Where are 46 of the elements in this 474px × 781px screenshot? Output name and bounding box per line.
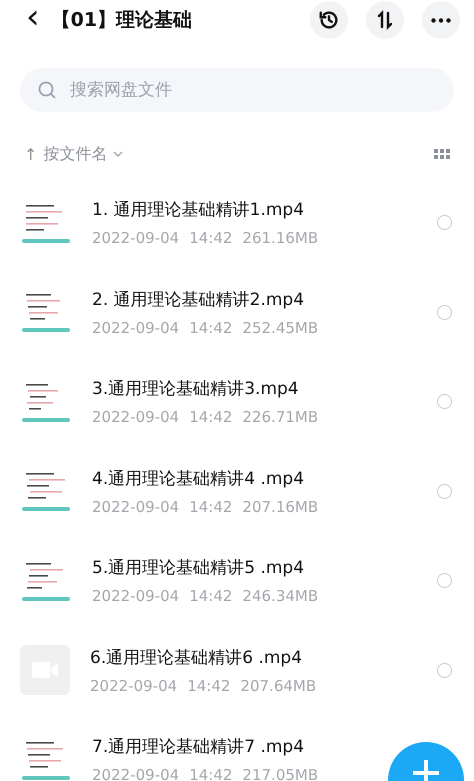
grid-view-icon[interactable] bbox=[434, 148, 450, 160]
folder-title: 【01】理论基础 bbox=[52, 8, 194, 33]
file-size: 226.71MB bbox=[242, 408, 318, 426]
select-radio[interactable] bbox=[437, 304, 452, 320]
select-radio[interactable] bbox=[437, 484, 452, 499]
file-name[interactable]: 5.通用理论基础精讲5 .mp4 bbox=[92, 556, 304, 580]
search-field[interactable]: 搜索网盘文件 bbox=[20, 68, 454, 112]
sort-button[interactable] bbox=[366, 1, 404, 39]
file-time: 14:42 bbox=[189, 587, 232, 606]
file-time: 14:42 bbox=[189, 766, 232, 781]
select-radio[interactable] bbox=[437, 215, 452, 230]
file-time: 14:42 bbox=[189, 318, 232, 337]
file-name[interactable]: 3.通用理论基础精讲3.mp4 bbox=[92, 377, 299, 400]
file-date: 2022-09-04 bbox=[92, 498, 180, 516]
file-date: 2022-09-04 bbox=[92, 318, 180, 337]
file-time: 14:42 bbox=[189, 498, 232, 516]
file-date: 2022-09-04 bbox=[90, 676, 178, 695]
file-name[interactable]: 4.通用理论基础精讲4 .mp4 bbox=[92, 466, 304, 490]
back-button[interactable]: ‹ bbox=[20, 0, 46, 40]
history-clock-icon bbox=[318, 9, 340, 31]
more-button[interactable] bbox=[422, 1, 460, 39]
file-size: 207.16MB bbox=[242, 498, 318, 516]
file-name[interactable]: 6.通用理论基础精讲6 .mp4 bbox=[90, 646, 302, 669]
file-date: 2022-09-04 bbox=[92, 408, 180, 426]
file-date: 2022-09-04 bbox=[92, 587, 180, 606]
file-size: 261.16MB bbox=[242, 229, 318, 248]
file-name[interactable]: 1. 通用理论基础精讲1.mp4 bbox=[92, 198, 304, 222]
chevron-down-icon bbox=[113, 151, 124, 157]
file-date: 2022-09-04 bbox=[92, 229, 180, 248]
file-size: 246.34MB bbox=[242, 587, 318, 606]
search-icon bbox=[38, 81, 56, 99]
file-size: 217.05MB bbox=[242, 766, 318, 781]
select-radio[interactable] bbox=[437, 394, 452, 410]
file-time: 14:42 bbox=[189, 408, 232, 426]
file-name[interactable]: 7.通用理论基础精讲7 .mp4 bbox=[92, 735, 304, 758]
file-name[interactable]: 2. 通用理论基础精讲2.mp4 bbox=[92, 288, 304, 311]
select-radio[interactable] bbox=[437, 573, 452, 588]
more-dots-icon bbox=[431, 18, 451, 22]
plus-icon bbox=[413, 760, 439, 781]
file-size: 207.64MB bbox=[240, 676, 316, 695]
file-time: 14:42 bbox=[187, 676, 230, 695]
file-size: 252.45MB bbox=[242, 318, 318, 337]
history-button[interactable] bbox=[310, 1, 348, 39]
file-date: 2022-09-04 bbox=[92, 766, 180, 781]
file-time: 14:42 bbox=[189, 229, 232, 248]
select-radio[interactable] bbox=[437, 662, 452, 678]
